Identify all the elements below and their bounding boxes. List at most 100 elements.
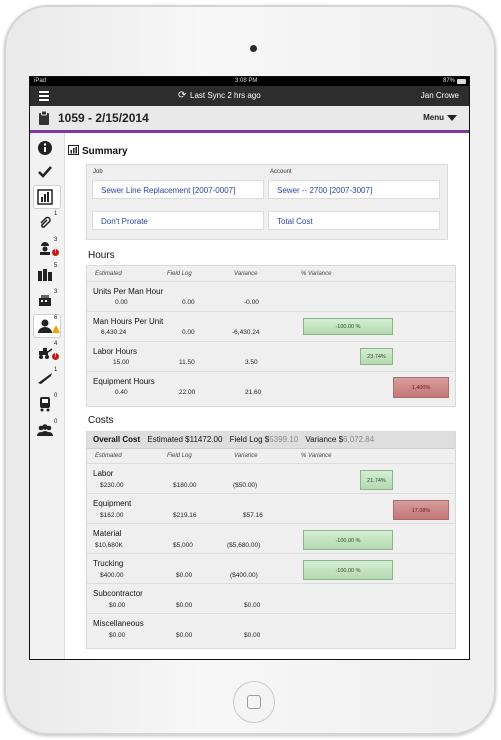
prorate-field[interactable]: Don't Prorate bbox=[92, 211, 264, 230]
row-name: Labor Hours bbox=[93, 347, 138, 356]
caret-down-icon bbox=[447, 114, 457, 121]
estimated-value: $0.00 bbox=[109, 602, 126, 609]
column-header: Variance bbox=[234, 271, 258, 277]
field-log-value: 0.00 bbox=[182, 299, 195, 306]
crew-icon bbox=[37, 424, 53, 436]
sidebar-item-materials[interactable]: 5 bbox=[34, 263, 60, 285]
checkmark-icon bbox=[38, 166, 52, 178]
field-log-value: $5,000 bbox=[173, 542, 193, 549]
row-name: Units Per Man Hour bbox=[93, 287, 164, 296]
tool-icon bbox=[38, 373, 52, 384]
sidebar-badge: 0 bbox=[54, 393, 58, 399]
sync-icon[interactable]: ⟳ bbox=[178, 90, 186, 101]
sidebar-item-workers[interactable]: 3 ! bbox=[34, 237, 60, 259]
field-log-value: $180.00 bbox=[173, 482, 197, 489]
status-bar: iPad 3:08 PM 87% bbox=[30, 77, 469, 86]
sidebar: 1 3 ! 5 3 6 4 ! 1 0 0 bbox=[30, 133, 65, 659]
column-header: % Variance bbox=[301, 453, 332, 459]
menu-button[interactable]: Menu bbox=[423, 113, 457, 122]
field-log-value: 11.50 bbox=[179, 359, 195, 366]
estimated-value: $162.00 bbox=[100, 512, 124, 519]
sidebar-badge: 6 bbox=[54, 315, 58, 321]
camera-icon bbox=[250, 45, 257, 52]
menu-label: Menu bbox=[423, 113, 444, 122]
sidebar-item-forms[interactable]: 3 bbox=[34, 289, 60, 311]
table-row: Material $10,680K $5,000 ($5,680.00) -10… bbox=[87, 523, 455, 554]
sidebar-item-equipment[interactable]: 4 ! bbox=[34, 341, 60, 363]
summary-panel: Job Sewer Line Replacement [2007-0007] A… bbox=[86, 164, 448, 240]
row-name: Miscellaneous bbox=[93, 619, 144, 628]
chart-icon bbox=[68, 145, 79, 155]
device-label: iPad bbox=[34, 78, 47, 84]
sync-status: Last Sync 2 hrs ago bbox=[190, 91, 261, 100]
column-header: Estimated bbox=[95, 271, 122, 277]
column-header: Estimated bbox=[95, 453, 122, 459]
table-row: Equipment $162.00 $219.16 $57.16 17.08% bbox=[87, 493, 455, 524]
info-icon bbox=[38, 141, 52, 155]
field-log-value: $219.16 bbox=[173, 512, 197, 519]
sidebar-item-checklist[interactable] bbox=[34, 161, 60, 183]
sidebar-badge: 3 bbox=[54, 237, 58, 243]
costs-panel: Overall Cost Estimated $11472.00 Field L… bbox=[86, 431, 456, 649]
table-row: Man Hours Per Unit 6,430.24 0.00 -6,430.… bbox=[87, 311, 455, 342]
sidebar-badge: 0 bbox=[54, 419, 58, 425]
hours-panel: Estimated Field Log Variance % Variance … bbox=[86, 265, 456, 407]
row-name: Material bbox=[93, 529, 122, 538]
overall-estimated: Estimated $11472.00 bbox=[147, 435, 223, 444]
table-row: Miscellaneous $0.00 $0.00 $0.00 bbox=[87, 613, 455, 648]
total-cost-field[interactable]: Total Cost bbox=[268, 211, 440, 230]
variance-bar: -100.00 % bbox=[303, 318, 393, 335]
sidebar-item-info[interactable] bbox=[34, 137, 60, 159]
account-field[interactable]: Sewer -- 2700 [2007-3007] bbox=[268, 180, 440, 199]
battery-icon bbox=[457, 79, 466, 84]
variance-bar: 1,400% bbox=[393, 377, 449, 398]
variance-value: ($50.00) bbox=[233, 482, 258, 489]
page-title: 1059 - 2/15/2014 bbox=[58, 111, 149, 125]
row-name: Equipment Hours bbox=[93, 377, 155, 386]
nav-bar: ⟳ Last Sync 2 hrs ago Jan Crowe bbox=[30, 86, 469, 106]
home-button[interactable] bbox=[233, 681, 275, 723]
user-name[interactable]: Jan Crowe bbox=[421, 91, 459, 100]
variance-value: $0.00 bbox=[244, 632, 261, 639]
battery-percent: 87% bbox=[442, 78, 455, 84]
sidebar-item-tools[interactable]: 1 bbox=[34, 367, 60, 389]
job-field[interactable]: Sewer Line Replacement [2007-0007] bbox=[92, 180, 264, 199]
sidebar-item-crew[interactable]: 0 bbox=[34, 419, 60, 441]
variance-value: ($5,680.00) bbox=[227, 542, 261, 549]
sidebar-badge: 5 bbox=[54, 263, 58, 269]
overall-variance-label: Variance $ bbox=[305, 435, 344, 444]
overall-field-log-value: 5399.10 bbox=[269, 435, 299, 444]
estimated-value: 15.00 bbox=[113, 359, 130, 366]
chart-icon bbox=[37, 189, 53, 205]
variance-value: -6,430.24 bbox=[232, 329, 260, 336]
sidebar-item-trucking[interactable]: 0 bbox=[34, 393, 60, 415]
table-row: Equipment Hours 0.40 22.00 21.60 1,400% bbox=[87, 371, 455, 406]
worker-icon bbox=[40, 242, 50, 255]
overall-field-log-label: Field Log $ bbox=[229, 435, 270, 444]
column-header: Field Log bbox=[167, 453, 192, 459]
estimated-value: 0.00 bbox=[115, 299, 128, 306]
sidebar-badge: 4 bbox=[54, 341, 58, 347]
variance-bar: 23.74% bbox=[360, 348, 393, 365]
forms-icon bbox=[39, 295, 51, 306]
sidebar-badge: 1 bbox=[54, 211, 58, 217]
variance-bar: -100.00 % bbox=[303, 530, 393, 550]
sidebar-item-attachments[interactable]: 1 bbox=[34, 211, 60, 233]
table-row: Labor Hours 15.00 11.50 3.50 23.74% bbox=[87, 341, 455, 372]
sidebar-item-summary[interactable] bbox=[34, 186, 60, 208]
equipment-icon bbox=[39, 348, 53, 359]
variance-value: -0.00 bbox=[244, 299, 259, 306]
variance-value: $0.00 bbox=[244, 602, 261, 609]
table-row: Units Per Man Hour 0.00 0.00 -0.00 bbox=[87, 281, 455, 312]
overall-cost-bar: Overall Cost Estimated $11472.00 Field L… bbox=[87, 432, 455, 449]
field-log-value: $0.00 bbox=[176, 602, 193, 609]
estimated-value: $10,680K bbox=[95, 542, 123, 549]
row-name: Man Hours Per Unit bbox=[93, 317, 164, 326]
alert-icon: ! bbox=[52, 353, 59, 360]
summary-heading: Summary bbox=[68, 145, 128, 157]
hamburger-menu-icon[interactable] bbox=[39, 91, 49, 101]
table-row: Labor $230.00 $180.00 ($50.00) 21.74% bbox=[87, 463, 455, 494]
column-header: Variance bbox=[234, 453, 258, 459]
alert-icon: ! bbox=[52, 249, 59, 256]
sidebar-item-employees[interactable]: 6 bbox=[34, 315, 60, 337]
